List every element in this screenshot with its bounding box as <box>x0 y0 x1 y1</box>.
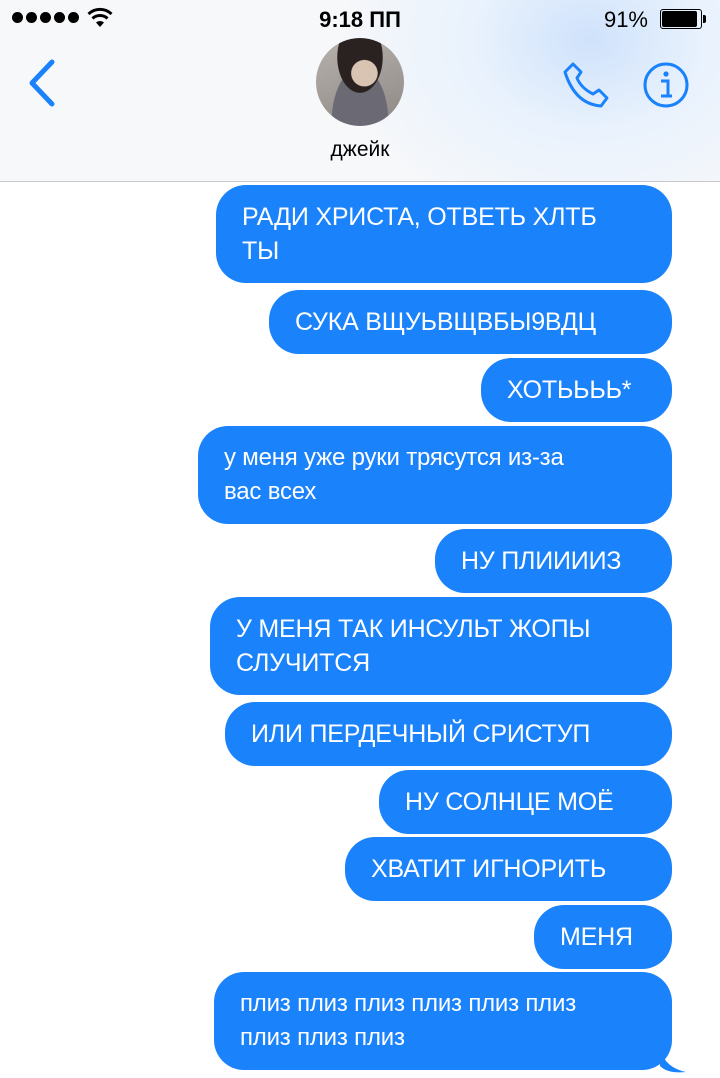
bubble-tail-icon <box>660 1050 686 1073</box>
message-text-line: ХОТЬЬЬЬ* <box>507 376 632 404</box>
info-icon[interactable] <box>642 61 690 109</box>
message-text-line: У МЕНЯ ТАК ИНСУЛЬТ ЖОПЫ <box>236 615 591 643</box>
battery-icon <box>660 9 706 29</box>
message-text-line: ТЫ <box>242 237 280 265</box>
phone-icon[interactable] <box>561 60 611 110</box>
message-bubble[interactable]: плиз плиз плиз плиз плиз плиз плиз плиз … <box>214 972 672 1070</box>
contact-avatar[interactable] <box>316 38 404 126</box>
conversation-header: 9:18 ПП 91% джейк <box>0 0 720 182</box>
message-bubble[interactable]: ХВАТИТ ИГНОРИТЬ <box>345 837 672 901</box>
message-bubble[interactable]: СУКА ВЩУЬВЩВБЫ9ВДЦ <box>269 290 672 354</box>
message-text-line: РАДИ ХРИСТА, ОТВЕТЬ ХЛТБ <box>242 203 597 231</box>
message-bubble[interactable]: НУ СОЛНЦЕ МОЁ <box>379 770 672 834</box>
message-bubble[interactable]: РАДИ ХРИСТА, ОТВЕТЬ ХЛТБ ТЫ <box>216 185 672 283</box>
message-text-line: НУ ПЛИИИИЗ <box>461 547 622 575</box>
message-text-line: СЛУЧИТСЯ <box>236 649 370 677</box>
message-list[interactable]: РАДИ ХРИСТА, ОТВЕТЬ ХЛТБ ТЫ СУКА ВЩУЬВЩВ… <box>0 181 720 1078</box>
back-chevron-icon[interactable] <box>22 58 62 108</box>
message-text-line: ХВАТИТ ИГНОРИТЬ <box>371 855 607 883</box>
contact-name[interactable]: джейк <box>0 138 720 162</box>
message-bubble[interactable]: У МЕНЯ ТАК ИНСУЛЬТ ЖОПЫ СЛУЧИТСЯ <box>210 597 672 695</box>
message-bubble[interactable]: ХОТЬЬЬЬ* <box>481 358 672 422</box>
message-text-line: плиз плиз плиз <box>240 1024 405 1051</box>
message-bubble[interactable]: НУ ПЛИИИИЗ <box>435 529 672 593</box>
message-text-line: плиз плиз плиз плиз плиз плиз <box>240 990 577 1017</box>
message-text-line: НУ СОЛНЦЕ МОЁ <box>405 788 614 816</box>
message-text-line: вас всех <box>224 478 317 505</box>
message-text-line: ИЛИ ПЕРДЕЧНЫЙ СРИСТУП <box>251 720 591 748</box>
battery-percentage: 91% <box>603 7 648 32</box>
message-bubble[interactable]: МЕНЯ <box>534 905 672 969</box>
message-text-line: у меня уже руки трясутся из-за <box>224 444 564 471</box>
message-bubble[interactable]: у меня уже руки трясутся из-за вас всех <box>198 426 672 524</box>
status-bar: 9:18 ПП 91% <box>0 0 720 38</box>
message-text-line: СУКА ВЩУЬВЩВБЫ9ВДЦ <box>295 308 596 336</box>
message-bubble[interactable]: ИЛИ ПЕРДЕЧНЫЙ СРИСТУП <box>225 702 672 766</box>
message-text-line: МЕНЯ <box>560 923 633 951</box>
